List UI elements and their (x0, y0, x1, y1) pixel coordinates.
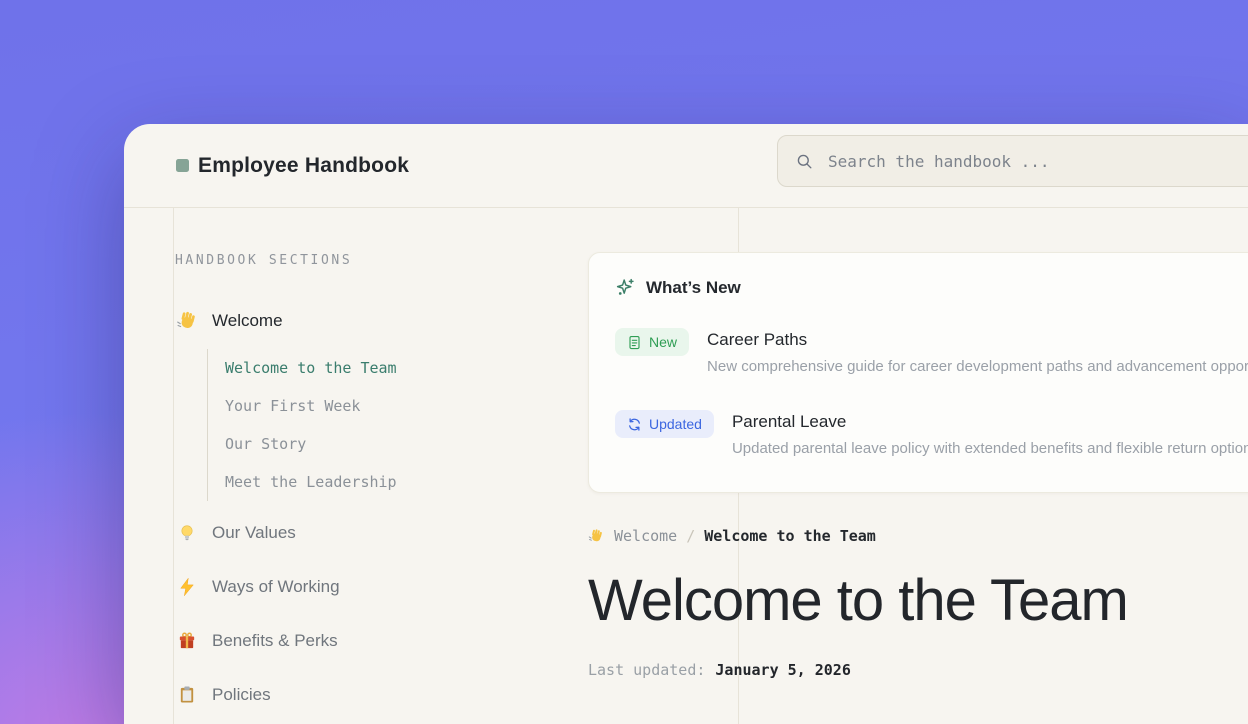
news-item-title: Career Paths (707, 328, 1248, 352)
brand: Employee Handbook (176, 154, 409, 178)
grid-line-left (173, 208, 174, 724)
file-text-icon (627, 335, 642, 350)
clipboard-icon (175, 685, 199, 705)
logo-mark-icon (176, 159, 189, 172)
sidebar-nav: Welcome Welcome to the Team Your First W… (175, 307, 595, 709)
app-window: Employee Handbook HANDBOOK SECTIONS (124, 124, 1248, 724)
gift-icon (175, 631, 199, 651)
last-updated-label: Last updated: (588, 661, 705, 679)
sidebar-item-label: Benefits & Perks (212, 631, 338, 651)
whats-new-card: What’s New (588, 252, 1248, 493)
news-item-text: Career Paths New comprehensive guide for… (707, 328, 1248, 375)
sidebar-item-label: Policies (212, 685, 271, 705)
sidebar-item-our-values[interactable]: Our Values (175, 519, 595, 547)
news-item-description: Updated parental leave policy with exten… (732, 440, 1248, 457)
whats-new-header: What’s New (615, 277, 1248, 298)
news-item-career-paths[interactable]: New Career Paths New comprehensive guide… (615, 328, 1248, 375)
news-item-description: New comprehensive guide for career devel… (707, 358, 1248, 375)
sidebar-item-benefits-perks[interactable]: Benefits & Perks (175, 627, 595, 655)
sidebar-section-label: HANDBOOK SECTIONS (175, 254, 595, 267)
whats-new-title: What’s New (646, 278, 741, 298)
last-updated: Last updated: January 5, 2026 (588, 661, 1248, 679)
app-title: Employee Handbook (198, 154, 409, 178)
news-item-text: Parental Leave Updated parental leave po… (732, 410, 1248, 457)
sidebar-item-ways-of-working[interactable]: Ways of Working (175, 573, 595, 601)
search-icon (795, 152, 814, 171)
updated-badge: Updated (615, 410, 714, 438)
sidebar-subitem-meet-the-leadership[interactable]: Meet the Leadership (225, 463, 595, 501)
breadcrumb-separator: / (686, 527, 695, 545)
search-input[interactable] (826, 151, 1248, 172)
badge-label: Updated (649, 416, 702, 432)
search-box[interactable] (777, 135, 1248, 187)
sidebar-item-label: Welcome (212, 311, 283, 331)
app-body: HANDBOOK SECTIONS (124, 208, 1248, 724)
last-updated-value: January 5, 2026 (715, 661, 850, 679)
desktop-background: Employee Handbook HANDBOOK SECTIONS (0, 0, 1248, 724)
breadcrumb-page: Welcome to the Team (704, 527, 876, 545)
main-content: What’s New (588, 208, 1248, 724)
breadcrumb-section[interactable]: Welcome (614, 527, 677, 545)
sparkles-icon (615, 277, 636, 298)
lightbulb-icon (175, 523, 199, 543)
sidebar-subitem-welcome-to-the-team[interactable]: Welcome to the Team (225, 349, 595, 387)
page-title: Welcome to the Team (588, 569, 1248, 633)
lightning-bolt-icon (175, 577, 199, 597)
badge-label: New (649, 334, 677, 350)
sidebar-item-label: Our Values (212, 523, 296, 543)
new-badge: New (615, 328, 689, 356)
breadcrumb: Welcome / Welcome to the Team (588, 527, 1248, 545)
app-header: Employee Handbook (124, 124, 1248, 208)
refresh-icon (627, 417, 642, 432)
news-item-title: Parental Leave (732, 410, 1248, 434)
wave-hand-icon (175, 310, 199, 333)
sidebar-subitem-our-story[interactable]: Our Story (225, 425, 595, 463)
sidebar-item-label: Ways of Working (212, 577, 340, 597)
sidebar-subitem-your-first-week[interactable]: Your First Week (225, 387, 595, 425)
wave-hand-icon (588, 528, 605, 545)
sidebar-sublist-welcome: Welcome to the Team Your First Week Our … (207, 349, 595, 501)
sidebar-item-policies[interactable]: Policies (175, 681, 595, 709)
sidebar: HANDBOOK SECTIONS (175, 208, 595, 709)
news-item-parental-leave[interactable]: Updated Parental Leave Updated parental … (615, 410, 1248, 457)
sidebar-item-welcome[interactable]: Welcome (175, 307, 595, 335)
